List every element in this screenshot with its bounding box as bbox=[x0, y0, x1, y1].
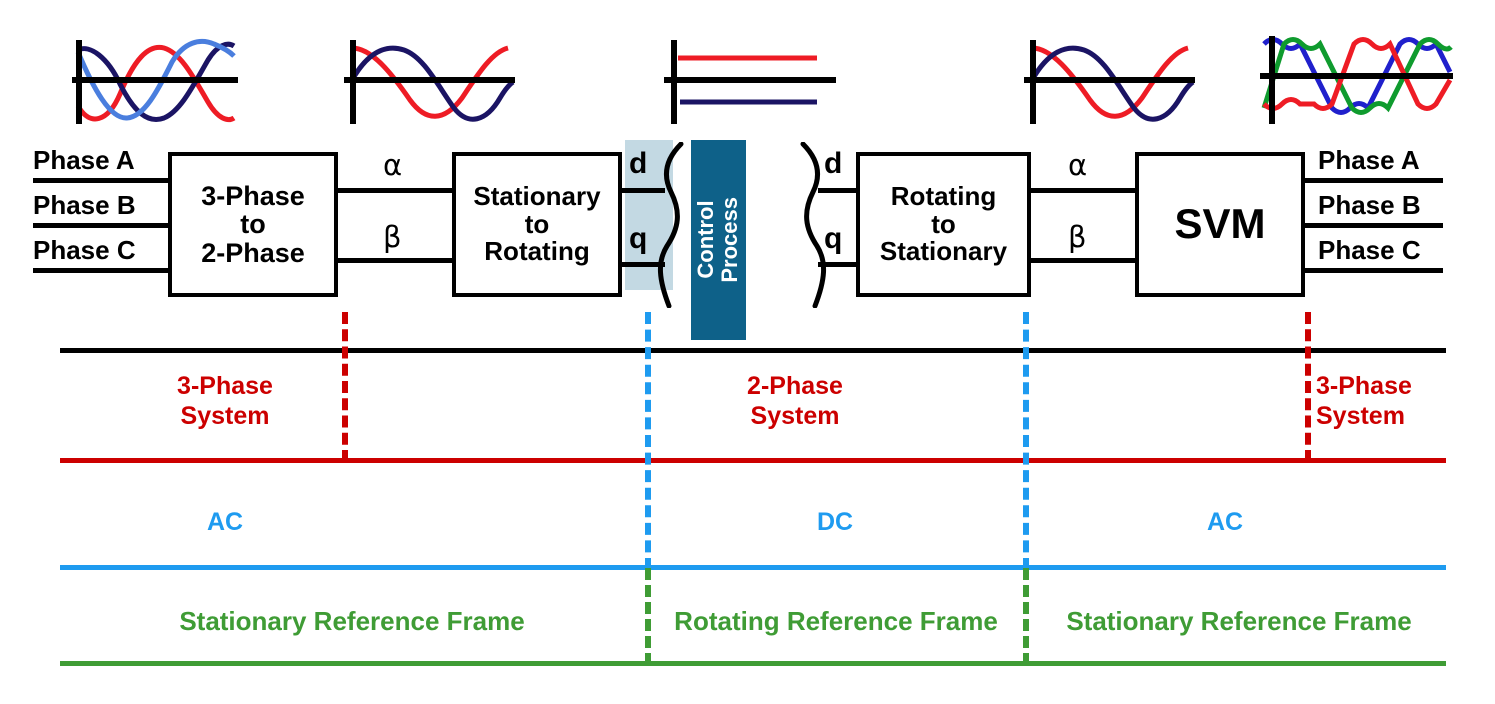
output-wire-phase-c bbox=[1303, 268, 1443, 273]
signal-break-squiggle-left bbox=[657, 142, 684, 308]
block-line: to bbox=[931, 208, 956, 239]
block-stationary-to-rotating[interactable]: Stationary to Rotating bbox=[452, 152, 622, 297]
block-line: Stationary bbox=[473, 181, 601, 212]
green-rule bbox=[60, 661, 1446, 666]
block-line: Rotating bbox=[890, 181, 997, 212]
annotation-line: DC bbox=[816, 508, 854, 536]
annotation-line: Rotating Reference Frame bbox=[674, 606, 998, 636]
annotation-line: 3-Phase bbox=[177, 372, 273, 400]
signal-label-beta-1: β bbox=[383, 220, 402, 254]
block-line: to bbox=[524, 208, 550, 239]
block-3phase-to-2phase[interactable]: 3-Phase to 2-Phase bbox=[168, 152, 338, 297]
block-rotating-to-stationary[interactable]: Rotating to Stationary bbox=[856, 152, 1031, 297]
waveform-dc-dq bbox=[664, 40, 836, 124]
annotation-frame-middle: Rotating Reference Frame bbox=[652, 606, 1020, 637]
wire-d-control-to-ipark bbox=[818, 188, 860, 193]
output-wire-phase-b bbox=[1303, 223, 1443, 228]
annotation-current-right: AC bbox=[1110, 508, 1340, 538]
input-label-phase-c: Phase C bbox=[33, 235, 136, 265]
waveform-svm-saddle-output bbox=[1260, 36, 1453, 124]
annotation-line: System bbox=[1316, 401, 1405, 430]
annotation-frame-right: Stationary Reference Frame bbox=[1032, 606, 1446, 637]
block-line: to bbox=[240, 209, 266, 240]
waveform-three-phase-ac-input bbox=[72, 38, 238, 124]
signal-label-alpha-2: α bbox=[1068, 148, 1088, 182]
block-line: 3-Phase bbox=[201, 180, 305, 211]
annotation-line: System bbox=[750, 401, 840, 430]
block-line: Rotating bbox=[484, 236, 590, 267]
annotation-line: AC bbox=[206, 508, 244, 536]
annotation-current-left: AC bbox=[110, 508, 340, 538]
annotation-line: AC bbox=[1206, 508, 1244, 536]
wire-alpha-ipark-to-svm bbox=[1029, 188, 1137, 193]
annotation-line: 3-Phase bbox=[1316, 372, 1412, 400]
annotation-system-middle: 2-Phase System bbox=[680, 372, 910, 431]
wire-q-control-to-ipark bbox=[818, 262, 860, 267]
divider-blue-right bbox=[1023, 312, 1029, 570]
input-wire-phase-b bbox=[33, 223, 173, 228]
divider-blue-left bbox=[645, 312, 651, 570]
input-wire-phase-c bbox=[33, 268, 173, 273]
output-label-phase-a: Phase A bbox=[1318, 145, 1420, 175]
block-svm[interactable]: SVM bbox=[1135, 152, 1305, 297]
signal-label-q-1: q bbox=[629, 222, 648, 255]
annotation-line: Stationary Reference Frame bbox=[1066, 606, 1412, 636]
annotation-line: System bbox=[180, 401, 270, 430]
signal-label-alpha-1: α bbox=[383, 148, 403, 182]
divider-red-right bbox=[1305, 312, 1311, 462]
wire-beta-ipark-to-svm bbox=[1029, 258, 1137, 263]
red-rule bbox=[60, 458, 1446, 463]
input-wire-phase-a bbox=[33, 178, 173, 183]
annotation-system-right: 3-Phase System bbox=[1316, 372, 1476, 431]
black-rule bbox=[60, 348, 1446, 353]
divider-red-left bbox=[342, 312, 348, 462]
divider-green-right bbox=[1023, 568, 1029, 665]
wire-alpha-clarke-to-park bbox=[336, 188, 454, 193]
annotation-system-left: 3-Phase System bbox=[110, 372, 340, 431]
block-line: Stationary bbox=[879, 236, 1008, 267]
block-line: 2-Phase bbox=[201, 237, 305, 268]
annotation-current-middle: DC bbox=[680, 508, 990, 538]
divider-green-left bbox=[645, 568, 651, 665]
input-label-phase-b: Phase B bbox=[33, 190, 136, 220]
signal-label-beta-2: β bbox=[1068, 220, 1087, 254]
block-line: SVM bbox=[1174, 200, 1266, 248]
wire-beta-clarke-to-park bbox=[336, 258, 454, 263]
annotation-line: 2-Phase bbox=[747, 372, 843, 400]
output-wire-phase-a bbox=[1303, 178, 1443, 183]
diagram-canvas: Phase A Phase B Phase C 3-Phase to 2-Pha… bbox=[0, 0, 1495, 704]
input-label-phase-a: Phase A bbox=[33, 145, 135, 175]
block-control-process[interactable]: Control Process bbox=[691, 140, 746, 340]
signal-label-q-2: q bbox=[824, 222, 843, 255]
output-label-phase-b: Phase B bbox=[1318, 190, 1421, 220]
signal-label-d-2: d bbox=[824, 147, 843, 180]
output-label-phase-c: Phase C bbox=[1318, 235, 1421, 265]
annotation-frame-left: Stationary Reference Frame bbox=[62, 606, 642, 637]
waveform-two-phase-ac-output bbox=[1024, 40, 1195, 124]
waveform-two-phase-ac-alphabeta bbox=[344, 40, 515, 124]
control-process-label: Control Process bbox=[693, 197, 743, 283]
signal-label-d-1: d bbox=[629, 147, 648, 180]
annotation-line: Stationary Reference Frame bbox=[179, 606, 525, 636]
blue-rule bbox=[60, 565, 1446, 570]
